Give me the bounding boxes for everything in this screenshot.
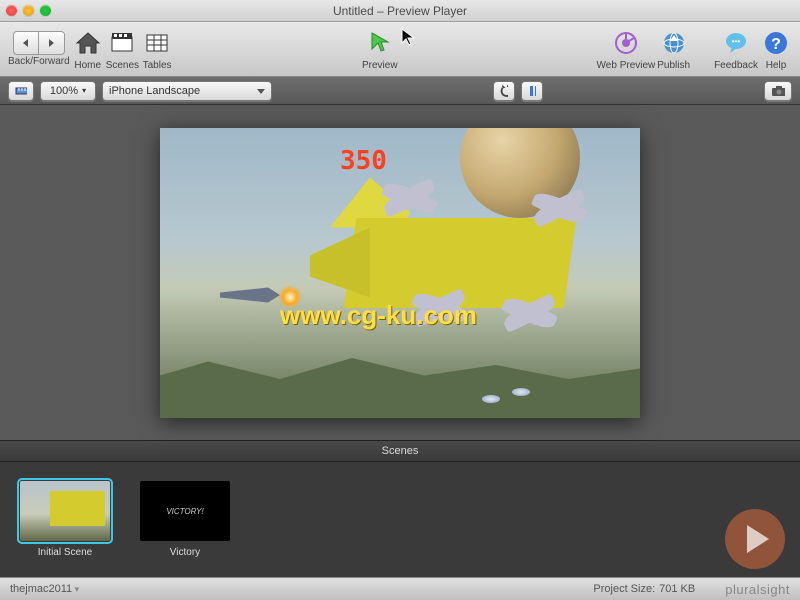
svg-text:•••: ••• <box>732 37 741 46</box>
back-button[interactable] <box>13 31 39 55</box>
game-viewport[interactable]: 350 www.cg-ku.com <box>160 128 640 418</box>
restart-button[interactable] <box>493 81 515 101</box>
back-forward-label: Back/Forward <box>8 56 70 67</box>
project-size-value: 701 KB <box>659 583 695 595</box>
feedback-button[interactable]: ••• Feedback <box>714 27 758 71</box>
scene-label: Victory <box>170 547 200 558</box>
scene-item-victory[interactable]: VICTORY! Victory <box>140 481 230 558</box>
sub-toolbar: 100%▾ iPhone Landscape <box>0 77 800 105</box>
preview-button[interactable]: Preview <box>362 27 398 71</box>
device-select[interactable]: iPhone Landscape <box>102 81 272 101</box>
publish-button[interactable]: Publish <box>657 27 690 71</box>
brand-label: pluralsight <box>725 582 790 597</box>
ruler-toggle[interactable] <box>8 81 34 101</box>
scene-item-initial[interactable]: Initial Scene <box>20 481 110 558</box>
scene-label: Initial Scene <box>38 547 92 558</box>
snapshot-button[interactable] <box>764 81 792 101</box>
scene-thumbnail: VICTORY! <box>140 481 230 541</box>
watermark-text: www.cg-ku.com <box>280 300 477 331</box>
projectile-graphic <box>512 388 530 396</box>
terrain-graphic <box>160 348 640 418</box>
status-bar: thejmac2011 Project Size: 701 KB plurals… <box>0 577 800 600</box>
play-overlay-icon[interactable] <box>725 509 785 569</box>
scenes-panel-header: Scenes <box>0 440 800 462</box>
scenes-button[interactable]: Scenes <box>106 27 139 71</box>
window-titlebar: Untitled – Preview Player <box>0 0 800 22</box>
help-button[interactable]: ? Help <box>760 27 792 71</box>
back-forward-group: Back/Forward <box>8 31 70 67</box>
projectile-graphic <box>482 395 500 403</box>
project-size-label: Project Size: <box>593 583 655 595</box>
svg-text:?: ? <box>771 36 781 53</box>
cursor-icon <box>401 28 417 48</box>
pause-button[interactable] <box>521 81 543 101</box>
web-preview-button[interactable]: Web Preview <box>597 27 656 71</box>
main-toolbar: Back/Forward Home Scenes Tables Preview … <box>0 22 800 77</box>
home-button[interactable]: Home <box>72 27 104 71</box>
forward-button[interactable] <box>39 31 65 55</box>
window-title: Untitled – Preview Player <box>0 4 800 18</box>
tables-button[interactable]: Tables <box>141 27 173 71</box>
scene-thumbnail <box>20 481 110 541</box>
player-ship-graphic <box>220 283 280 308</box>
zoom-select[interactable]: 100%▾ <box>40 81 96 101</box>
preview-canvas: 350 www.cg-ku.com <box>0 105 800 440</box>
scenes-panel: Initial Scene VICTORY! Victory <box>0 462 800 577</box>
user-menu[interactable]: thejmac2011 <box>10 583 79 595</box>
score-display: 350 <box>340 146 387 176</box>
